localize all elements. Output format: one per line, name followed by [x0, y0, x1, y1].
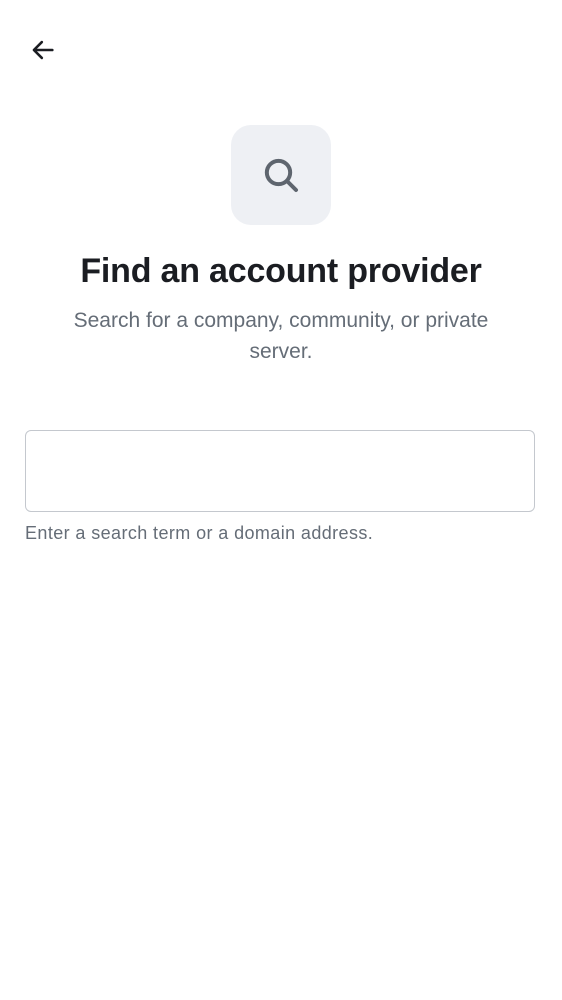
page-title: Find an account provider: [80, 252, 482, 290]
search-input[interactable]: [25, 430, 535, 512]
back-button[interactable]: [19, 26, 67, 74]
search-helper-text: Enter a search term or a domain address.: [25, 523, 374, 543]
hero-search-badge: [231, 125, 331, 225]
arrow-left-icon: [32, 40, 54, 60]
search-icon: [264, 158, 298, 192]
page-subtitle: Search for a company, community, or priv…: [73, 309, 489, 363]
find-account-provider-screen: Find an account provider Search for a co…: [0, 0, 562, 1000]
